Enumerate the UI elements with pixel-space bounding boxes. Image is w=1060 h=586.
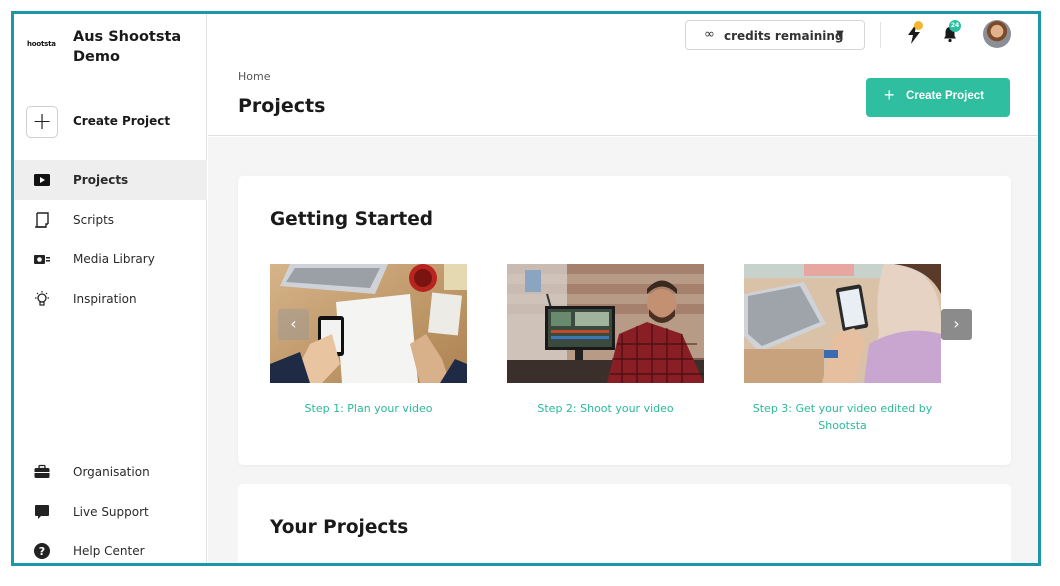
- chevron-left-icon: ‹: [290, 314, 297, 333]
- carousel-prev-button[interactable]: ‹: [278, 309, 309, 340]
- infinity-icon: ∞: [704, 27, 715, 42]
- sidebar-item-label: Help Center: [73, 544, 145, 558]
- user-avatar[interactable]: [983, 20, 1011, 48]
- sidebar-item-projects[interactable]: Projects: [14, 160, 207, 200]
- sidebar-item-label: Inspiration: [73, 291, 137, 306]
- brand: hootsta Aus Shootsta Demo: [14, 14, 207, 94]
- page-title: Projects: [238, 95, 326, 117]
- create-project-button[interactable]: + Create Project: [866, 78, 1010, 117]
- svg-text:?: ?: [39, 545, 45, 558]
- organisation-name: Aus Shootsta Demo: [73, 29, 182, 65]
- sidebar-bottom-nav: Organisation Live Support ? Help Center: [14, 452, 207, 563]
- sidebar: hootsta Aus Shootsta Demo + Create Proje…: [14, 14, 207, 563]
- edit-video-image: [744, 264, 941, 383]
- play-icon: [34, 174, 50, 186]
- credits-dropdown[interactable]: ∞ credits remaining ▼: [685, 20, 865, 50]
- getting-started-card: Getting Started Step 1: Plan your video …: [238, 176, 1011, 465]
- camera-icon: [34, 255, 50, 264]
- sidebar-item-inspiration[interactable]: Inspiration: [14, 279, 207, 319]
- create-project-label: Create Project: [73, 114, 171, 128]
- step-card: Step 2: Shoot your video: [507, 264, 704, 417]
- plus-icon: +: [26, 106, 58, 138]
- sidebar-item-label: Scripts: [73, 212, 115, 227]
- credits-label: credits remaining: [724, 29, 844, 43]
- chat-icon: [35, 504, 49, 519]
- sidebar-create-project[interactable]: + Create Project: [14, 104, 207, 140]
- main-content: Getting Started Step 1: Plan your video …: [208, 137, 1038, 563]
- briefcase-icon: [34, 464, 50, 478]
- sidebar-item-help-center[interactable]: ? Help Center: [14, 531, 207, 563]
- sidebar-item-scripts[interactable]: Scripts: [14, 200, 207, 240]
- your-projects-card: Your Projects: [238, 484, 1011, 563]
- step-2-link[interactable]: Step 2: Shoot your video: [507, 400, 704, 417]
- script-icon: [35, 211, 49, 228]
- step-2-thumbnail[interactable]: [507, 264, 704, 383]
- notification-badge: 24: [949, 20, 961, 32]
- divider: [880, 22, 881, 48]
- step-card: Step 1: Plan your video: [270, 264, 467, 417]
- your-projects-title: Your Projects: [270, 517, 409, 538]
- sidebar-item-label: Organisation: [73, 465, 150, 479]
- sidebar-item-label: Media Library: [73, 252, 155, 266]
- create-project-button-label: Create Project: [906, 90, 984, 102]
- updates-dot: [914, 21, 923, 30]
- step-3-thumbnail[interactable]: [744, 264, 941, 383]
- sidebar-item-label: Live Support: [73, 504, 149, 519]
- getting-started-title: Getting Started: [270, 209, 434, 230]
- caret-down-icon: ▼: [836, 29, 844, 40]
- plus-icon: +: [884, 85, 895, 105]
- lightbulb-icon: [35, 290, 49, 306]
- sidebar-item-media-library[interactable]: Media Library: [14, 239, 207, 279]
- help-icon: ?: [34, 543, 50, 559]
- step-card: Step 3: Get your video edited by Shootst…: [744, 264, 941, 434]
- chevron-right-icon: ›: [953, 314, 960, 333]
- sidebar-item-live-support[interactable]: Live Support: [14, 492, 207, 532]
- shootsta-logo: hootsta: [27, 40, 56, 48]
- topbar: ∞ credits remaining ▼ 24: [208, 14, 1038, 59]
- sidebar-nav: Projects Scripts Media Library Inspirati…: [14, 160, 207, 318]
- breadcrumb-home[interactable]: Home: [238, 70, 270, 83]
- page-header: Home Projects + Create Project: [208, 59, 1038, 136]
- sidebar-item-label: Projects: [73, 173, 129, 187]
- shoot-video-image: [507, 264, 704, 383]
- app-frame: hootsta Aus Shootsta Demo + Create Proje…: [11, 11, 1041, 566]
- sidebar-item-organisation[interactable]: Organisation: [14, 452, 207, 492]
- step-3-link[interactable]: Step 3: Get your video edited by Shootst…: [744, 400, 941, 434]
- carousel-next-button[interactable]: ›: [941, 309, 972, 340]
- step-1-link[interactable]: Step 1: Plan your video: [270, 400, 467, 417]
